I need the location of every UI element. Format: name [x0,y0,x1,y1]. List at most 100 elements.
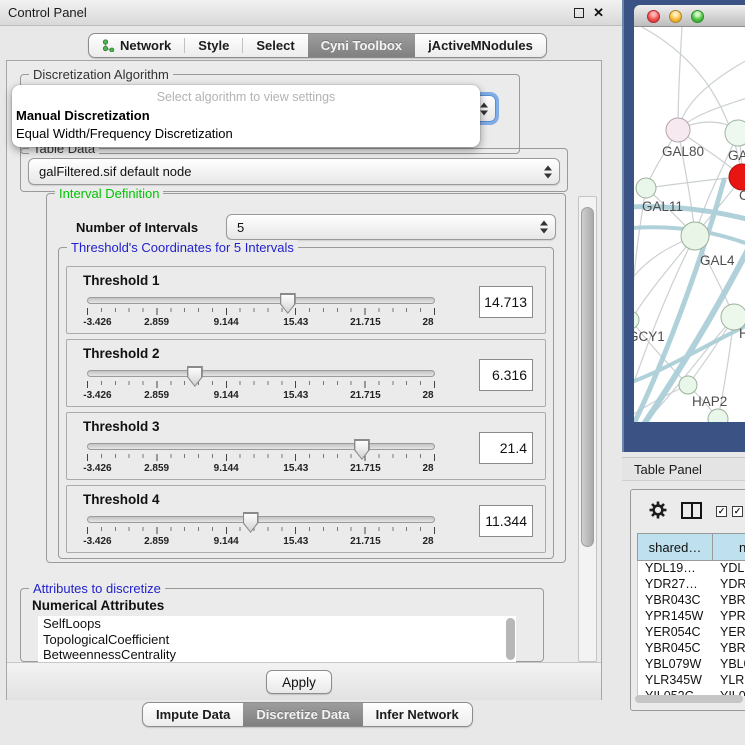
apply-strip: Apply [7,662,601,700]
list-item[interactable]: SelfLoops [38,616,516,632]
network-icon [102,39,115,52]
control-panel: Control Panel ✕ Network Style Select Cyn… [0,0,622,745]
tab-style[interactable]: Style [185,34,242,57]
node-label: GAL11 [642,199,683,214]
slider-tick-labels: -3.426 2.859 9.144 15.43 21.715 28 [87,536,435,548]
numerical-attributes-label: Numerical Attributes [32,598,164,613]
popup-option-equal-width[interactable]: Equal Width/Frequency Discretization [16,126,233,141]
numerical-attributes-list[interactable]: SelfLoops TopologicalCoefficient Between… [38,616,516,662]
slider-track[interactable] [87,516,435,523]
table-row[interactable]: YBL079WYBL0 [638,657,745,673]
minimize-traffic-light-icon[interactable] [669,10,682,23]
table-rows: YDL19…YDL1 YDR27…YDR2 YBR043CYBR0 YPR145… [637,561,745,696]
tab-cyni-toolbox[interactable]: Cyni Toolbox [308,34,415,57]
interval-definition-title: Interval Definition [55,186,163,201]
table-panel-window: ✓ ✓ shared… na YDL19…YDL1 YDR27…YDR2 YBR… [630,489,745,711]
threshold-4-value[interactable]: 11.344 [479,505,533,537]
close-icon[interactable]: ✕ [593,5,604,21]
float-window-icon[interactable] [574,8,584,18]
popup-hint: Select algorithm to view settings [12,90,480,104]
network-nodes[interactable] [634,118,745,422]
threshold-2-label: Threshold 2 [83,346,160,361]
table-header-row: shared… na [637,533,745,561]
node-gal4[interactable] [681,222,709,250]
node-label: GA [728,148,745,163]
threshold-3-label: Threshold 3 [83,419,160,434]
node-gal11[interactable] [636,178,656,198]
table-hscrollbar[interactable] [635,695,745,704]
threshold-3-slider[interactable]: -3.426 2.859 9.144 15.43 21.715 28 [87,443,435,477]
list-item[interactable]: BetweennessCentrality [38,647,516,662]
node-label: GAL4 [700,253,735,268]
threshold-1-value[interactable]: 14.713 [479,286,533,318]
table-row[interactable]: YBR043CYBR0 [638,593,745,609]
checkbox-icon[interactable]: ✓ [732,506,743,517]
threshold-1-label: Threshold 1 [83,273,160,288]
close-traffic-light-icon[interactable] [647,10,660,23]
popup-option-manual[interactable]: Manual Discretization [16,108,150,123]
gear-icon[interactable] [649,501,667,519]
slider-track[interactable] [87,297,435,304]
threshold-1-slider[interactable]: -3.426 2.859 9.144 15.43 21.715 28 [87,297,435,331]
threshold-4-card: Threshold 4 -3.426 2.859 9.144 15.43 21.… [66,485,546,553]
threshold-1-card: Threshold 1 -3.426 2.859 9.144 15.43 21.… [66,266,546,334]
attributes-group-title: Attributes to discretize [29,581,165,596]
node-gcy1[interactable] [634,311,639,329]
table-row[interactable]: YLR345WYLR3 [638,673,745,689]
tab-jactivemnodules[interactable]: jActiveMNodules [415,34,546,57]
node-hap2[interactable] [679,376,697,394]
table-row[interactable]: YDR27…YDR2 [638,577,745,593]
node-label: GAL80 [662,144,704,159]
node-pink[interactable] [666,118,690,142]
table-data-combo[interactable]: galFiltered.sif default node [28,158,560,185]
number-of-intervals-label: Number of Intervals [76,220,198,235]
discretization-algorithm-title: Discretization Algorithm [29,67,173,82]
panel-scrollbar-thumb[interactable] [581,207,594,547]
tab-network[interactable]: Network [89,34,184,57]
table-row[interactable]: YBR045CYBR0 [638,641,745,657]
network-graph[interactable]: GAL80 GA C GAL11 GAL4 GCY1 H HAP2 [634,27,745,422]
column-header-name[interactable]: na [713,533,745,561]
panel-scrollbar[interactable] [578,196,597,662]
slider-track[interactable] [87,443,435,450]
tab-infer-network[interactable]: Infer Network [363,703,472,726]
table-hscrollbar-thumb[interactable] [635,695,743,703]
apply-button[interactable]: Apply [266,670,332,694]
slider-tick-labels: -3.426 2.859 9.144 15.43 21.715 28 [87,317,435,329]
combo-arrows-icon [480,102,488,115]
tab-discretize-data[interactable]: Discretize Data [243,703,362,726]
table-row[interactable]: YER054CYER0 [638,625,745,641]
number-of-intervals-combo[interactable]: 5 [226,214,556,240]
node-bottom[interactable] [708,409,728,422]
node-label: GCY1 [634,329,665,344]
threshold-2-value[interactable]: 6.316 [479,359,533,391]
right-panels: GAL80 GA C GAL11 GAL4 GCY1 H HAP2 Table … [622,0,745,745]
threshold-2-card: Threshold 2 -3.426 2.859 9.144 15.43 21.… [66,339,546,407]
list-item[interactable]: TopologicalCoefficient [38,632,516,648]
columns-icon[interactable] [681,502,702,519]
column-header-shared[interactable]: shared… [637,533,713,561]
table-panel-titlebar: Table Panel [622,457,745,481]
threshold-3-value[interactable]: 21.4 [479,432,533,464]
slider-track[interactable] [87,370,435,377]
table-row[interactable]: YDL19…YDL1 [638,561,745,577]
threshold-3-card: Threshold 3 -3.426 2.859 9.144 15.43 21.… [66,412,546,480]
threshold-4-label: Threshold 4 [83,492,160,507]
table-panel-title: Table Panel [634,462,702,477]
top-tab-bar: Network Style Select Cyni Toolbox jActiv… [88,33,547,58]
slider-tick-labels: -3.426 2.859 9.144 15.43 21.715 28 [87,390,435,402]
list-scrollbar[interactable] [506,618,515,660]
threshold-2-slider[interactable]: -3.426 2.859 9.144 15.43 21.715 28 [87,370,435,404]
network-canvas[interactable]: GAL80 GA C GAL11 GAL4 GCY1 H HAP2 [634,27,745,422]
checkbox-icon[interactable]: ✓ [716,506,727,517]
node-table[interactable]: shared… na YDL19…YDL1 YDR27…YDR2 YBR043C… [637,533,745,696]
table-data-value: galFiltered.sif default node [39,164,191,179]
combo-arrows-icon [540,221,548,234]
table-row[interactable]: YPR145WYPR1 [638,609,745,625]
threshold-4-slider[interactable]: -3.426 2.859 9.144 15.43 21.715 28 [87,516,435,550]
tab-select[interactable]: Select [243,34,307,57]
network-window-titlebar [634,5,745,27]
node-label: C [739,188,745,203]
zoom-traffic-light-icon[interactable] [691,10,704,23]
tab-impute-data[interactable]: Impute Data [143,703,243,726]
